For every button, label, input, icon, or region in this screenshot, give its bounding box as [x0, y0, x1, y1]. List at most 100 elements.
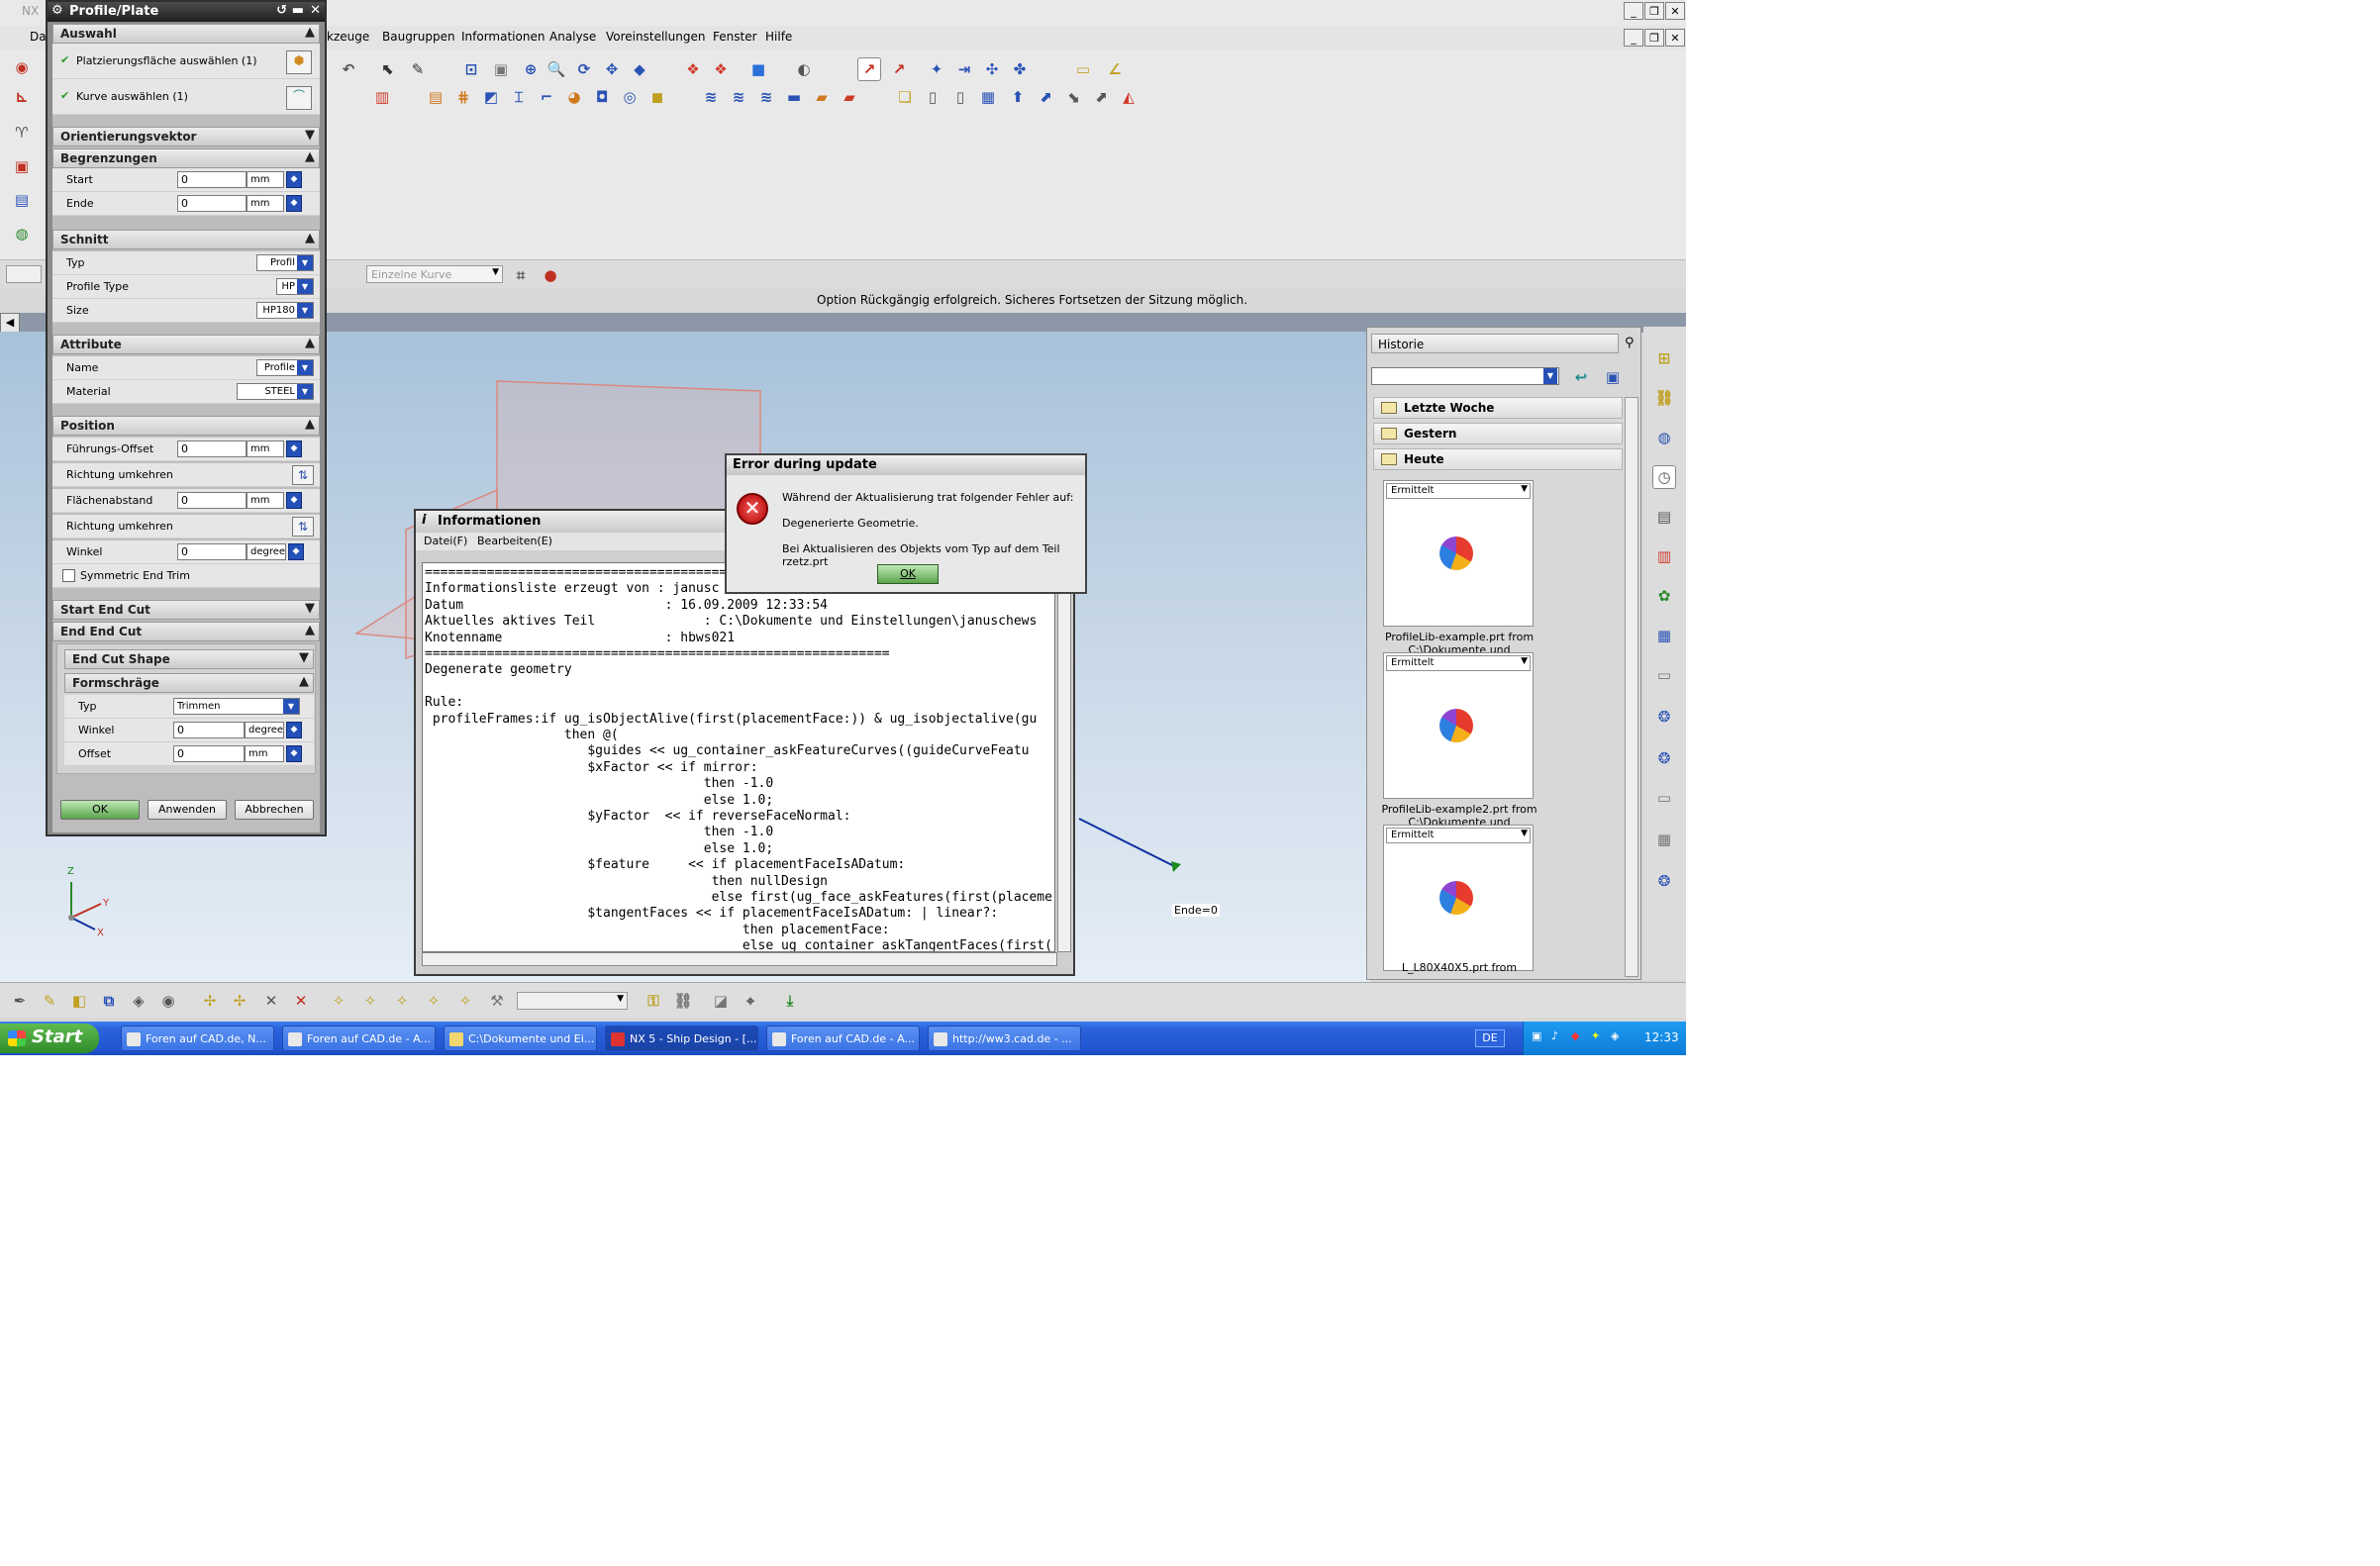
arrow-icon[interactable]: ⬆	[1006, 85, 1030, 109]
part3-icon[interactable]: ▯	[948, 85, 972, 109]
part2-icon[interactable]: ▯	[921, 85, 944, 109]
snap-tangent-icon[interactable]: ✧	[327, 989, 350, 1013]
menu-bearbeiten-info[interactable]: Bearbeiten(E)	[477, 535, 552, 547]
minimize-button[interactable]: _	[1624, 2, 1643, 20]
section-orientierungsvektor[interactable]: Orientierungsvektor ▼	[52, 127, 320, 147]
formschraege-offset-input[interactable]: 0	[173, 745, 245, 762]
part4-icon[interactable]: ▦	[976, 85, 1000, 109]
grid-chart-icon[interactable]: ▥	[370, 85, 394, 109]
sketch-axes-icon[interactable]: ⊾	[10, 85, 34, 109]
template-icon[interactable]: ▭	[1652, 786, 1676, 810]
error-ok-button[interactable]: OK	[877, 564, 939, 584]
history-item-filter[interactable]: Ermittelt ▼	[1386, 483, 1531, 499]
zoom-icon[interactable]: ⊕	[519, 57, 543, 81]
history-item[interactable]: Ermittelt ▼	[1383, 825, 1534, 971]
part-icon[interactable]: ❏	[893, 85, 917, 109]
history-item[interactable]: Ermittelt ▼	[1383, 480, 1534, 627]
section-position[interactable]: Position ▲	[52, 416, 320, 436]
curve-rule-dropdown[interactable]: Einzelne Kurve ▼	[366, 265, 503, 283]
menu-datei[interactable]: Da	[30, 30, 47, 44]
doc-restore-button[interactable]: ❐	[1644, 29, 1664, 47]
layer-icon[interactable]: ◪	[709, 989, 733, 1013]
layers2-icon[interactable]: ❖	[709, 57, 733, 81]
snap-point-icon[interactable]: ✒	[8, 989, 32, 1013]
flaechenabstand-input[interactable]: 0	[177, 492, 247, 509]
cutout-icon[interactable]: ◕	[562, 85, 586, 109]
snap-bounded-icon[interactable]: ✧	[422, 989, 446, 1013]
table-icon[interactable]: ▤	[10, 188, 34, 212]
snap-lock-icon[interactable]: ⚿	[642, 989, 665, 1013]
fuehrungs-offset-unit[interactable]: mm	[247, 440, 284, 457]
constraint-navigator-icon[interactable]: ⛓	[1652, 386, 1676, 410]
render-style-icon[interactable]: ◐	[792, 57, 816, 81]
section-end-end-cut[interactable]: End End Cut ▲	[52, 622, 320, 641]
section-begrenzungen[interactable]: Begrenzungen ▲	[52, 148, 320, 168]
ende-spinner[interactable]: ◆	[286, 195, 302, 212]
snap-control-icon[interactable]: ⧉	[97, 989, 121, 1013]
volume-icon[interactable]: ♪	[1551, 1029, 1558, 1042]
snap-existing-icon[interactable]: ✢	[228, 989, 251, 1013]
reset-icon[interactable]: ↺	[276, 3, 287, 18]
network-icon[interactable]: ▣	[1532, 1029, 1541, 1042]
assembly-navigator-icon[interactable]: ⊞	[1652, 346, 1676, 370]
ok-button[interactable]: OK	[60, 800, 140, 820]
ship-feature2-icon[interactable]: ⋕	[451, 85, 475, 109]
dialog-menu-icon[interactable]: ⚙	[51, 3, 63, 18]
history-item-filter[interactable]: Ermittelt ▼	[1386, 828, 1531, 843]
section-end-cut-shape[interactable]: End Cut Shape ▼	[64, 649, 314, 669]
ende-unit[interactable]: mm	[247, 195, 284, 212]
menu-analyse[interactable]: Analyse	[549, 30, 596, 44]
history-scrollbar[interactable]	[1625, 397, 1638, 977]
language-indicator[interactable]: DE	[1475, 1029, 1505, 1047]
winkel-input[interactable]: 0	[177, 543, 247, 560]
snap-endpoint-icon[interactable]: ✎	[38, 989, 61, 1013]
menu-baugruppen[interactable]: Baugruppen	[382, 30, 455, 44]
history-group-heute[interactable]: Heute	[1373, 448, 1623, 470]
start-spinner[interactable]: ◆	[286, 171, 302, 188]
section-start-end-cut[interactable]: Start End Cut ▼	[52, 600, 320, 620]
snap-pole-icon[interactable]: ✧	[390, 989, 414, 1013]
surface-icon[interactable]: ▬	[782, 85, 806, 109]
drawing-icon[interactable]: ▣	[10, 154, 34, 178]
section-auswahl[interactable]: Auswahl ▲	[52, 24, 320, 44]
snap4-icon[interactable]: ✤	[1008, 57, 1032, 81]
taskbar-item[interactable]: http://ww3.cad.de - ...	[928, 1026, 1081, 1051]
history-item-filter[interactable]: Ermittelt ▼	[1386, 655, 1531, 671]
object-icon[interactable]: ⌖	[739, 989, 762, 1013]
snap-center-icon[interactable]: ◉	[156, 989, 180, 1013]
feature-icon[interactable]: ♈	[10, 121, 34, 145]
fit-view-icon[interactable]: ⊡	[459, 57, 483, 81]
wcs-icon[interactable]: ↗	[857, 57, 881, 81]
information-text-area[interactable]: ========================================…	[422, 562, 1055, 952]
zoom-box-icon[interactable]: ▣	[489, 57, 513, 81]
snap-face-icon[interactable]: ✕	[259, 989, 283, 1013]
select-icon[interactable]: ⬉	[376, 57, 400, 81]
globe-icon[interactable]: ◍	[10, 222, 34, 245]
doc-close-button[interactable]: ✕	[1665, 29, 1685, 47]
collar-icon[interactable]: ◘	[590, 85, 614, 109]
menu-voreinstellungen[interactable]: Voreinstellungen	[606, 30, 705, 44]
shaded-cube-icon[interactable]: ■	[746, 57, 770, 81]
security-icon[interactable]: ◆	[1571, 1029, 1579, 1042]
history-clock-icon[interactable]: ◷	[1652, 465, 1676, 489]
datum-icon[interactable]: ↗	[887, 57, 911, 81]
hull-icon[interactable]: ◼	[645, 85, 669, 109]
section-formschraege[interactable]: Formschräge ▲	[64, 673, 314, 693]
reverse-direction-icon[interactable]: ⇅	[292, 465, 314, 485]
curve-select-icon[interactable]: ⌒	[286, 86, 312, 110]
close-icon[interactable]: ✕	[310, 3, 321, 18]
formschraege-typ-select[interactable]: Trimmen ▼	[173, 698, 300, 715]
reverse-direction-icon[interactable]: ⇅	[292, 517, 314, 537]
information-vertical-scrollbar[interactable]	[1057, 562, 1071, 952]
update-icon[interactable]: ✦	[1591, 1029, 1600, 1042]
arrow2-icon[interactable]: ⬈	[1034, 85, 1057, 109]
magnify-icon[interactable]: 🔍	[545, 57, 568, 81]
eraser-icon[interactable]: ◭	[1117, 85, 1140, 109]
fuehrungs-offset-input[interactable]: 0	[177, 440, 247, 457]
layers-icon[interactable]: ❖	[681, 57, 705, 81]
face-select-icon[interactable]: ⬢	[286, 50, 312, 74]
knowledge-icon[interactable]: ❂	[1652, 869, 1676, 893]
snap-quadrant-icon[interactable]: ✢	[198, 989, 222, 1013]
history-group-gestern[interactable]: Gestern	[1373, 423, 1623, 444]
snap-curve-icon[interactable]: ✕	[289, 989, 313, 1013]
